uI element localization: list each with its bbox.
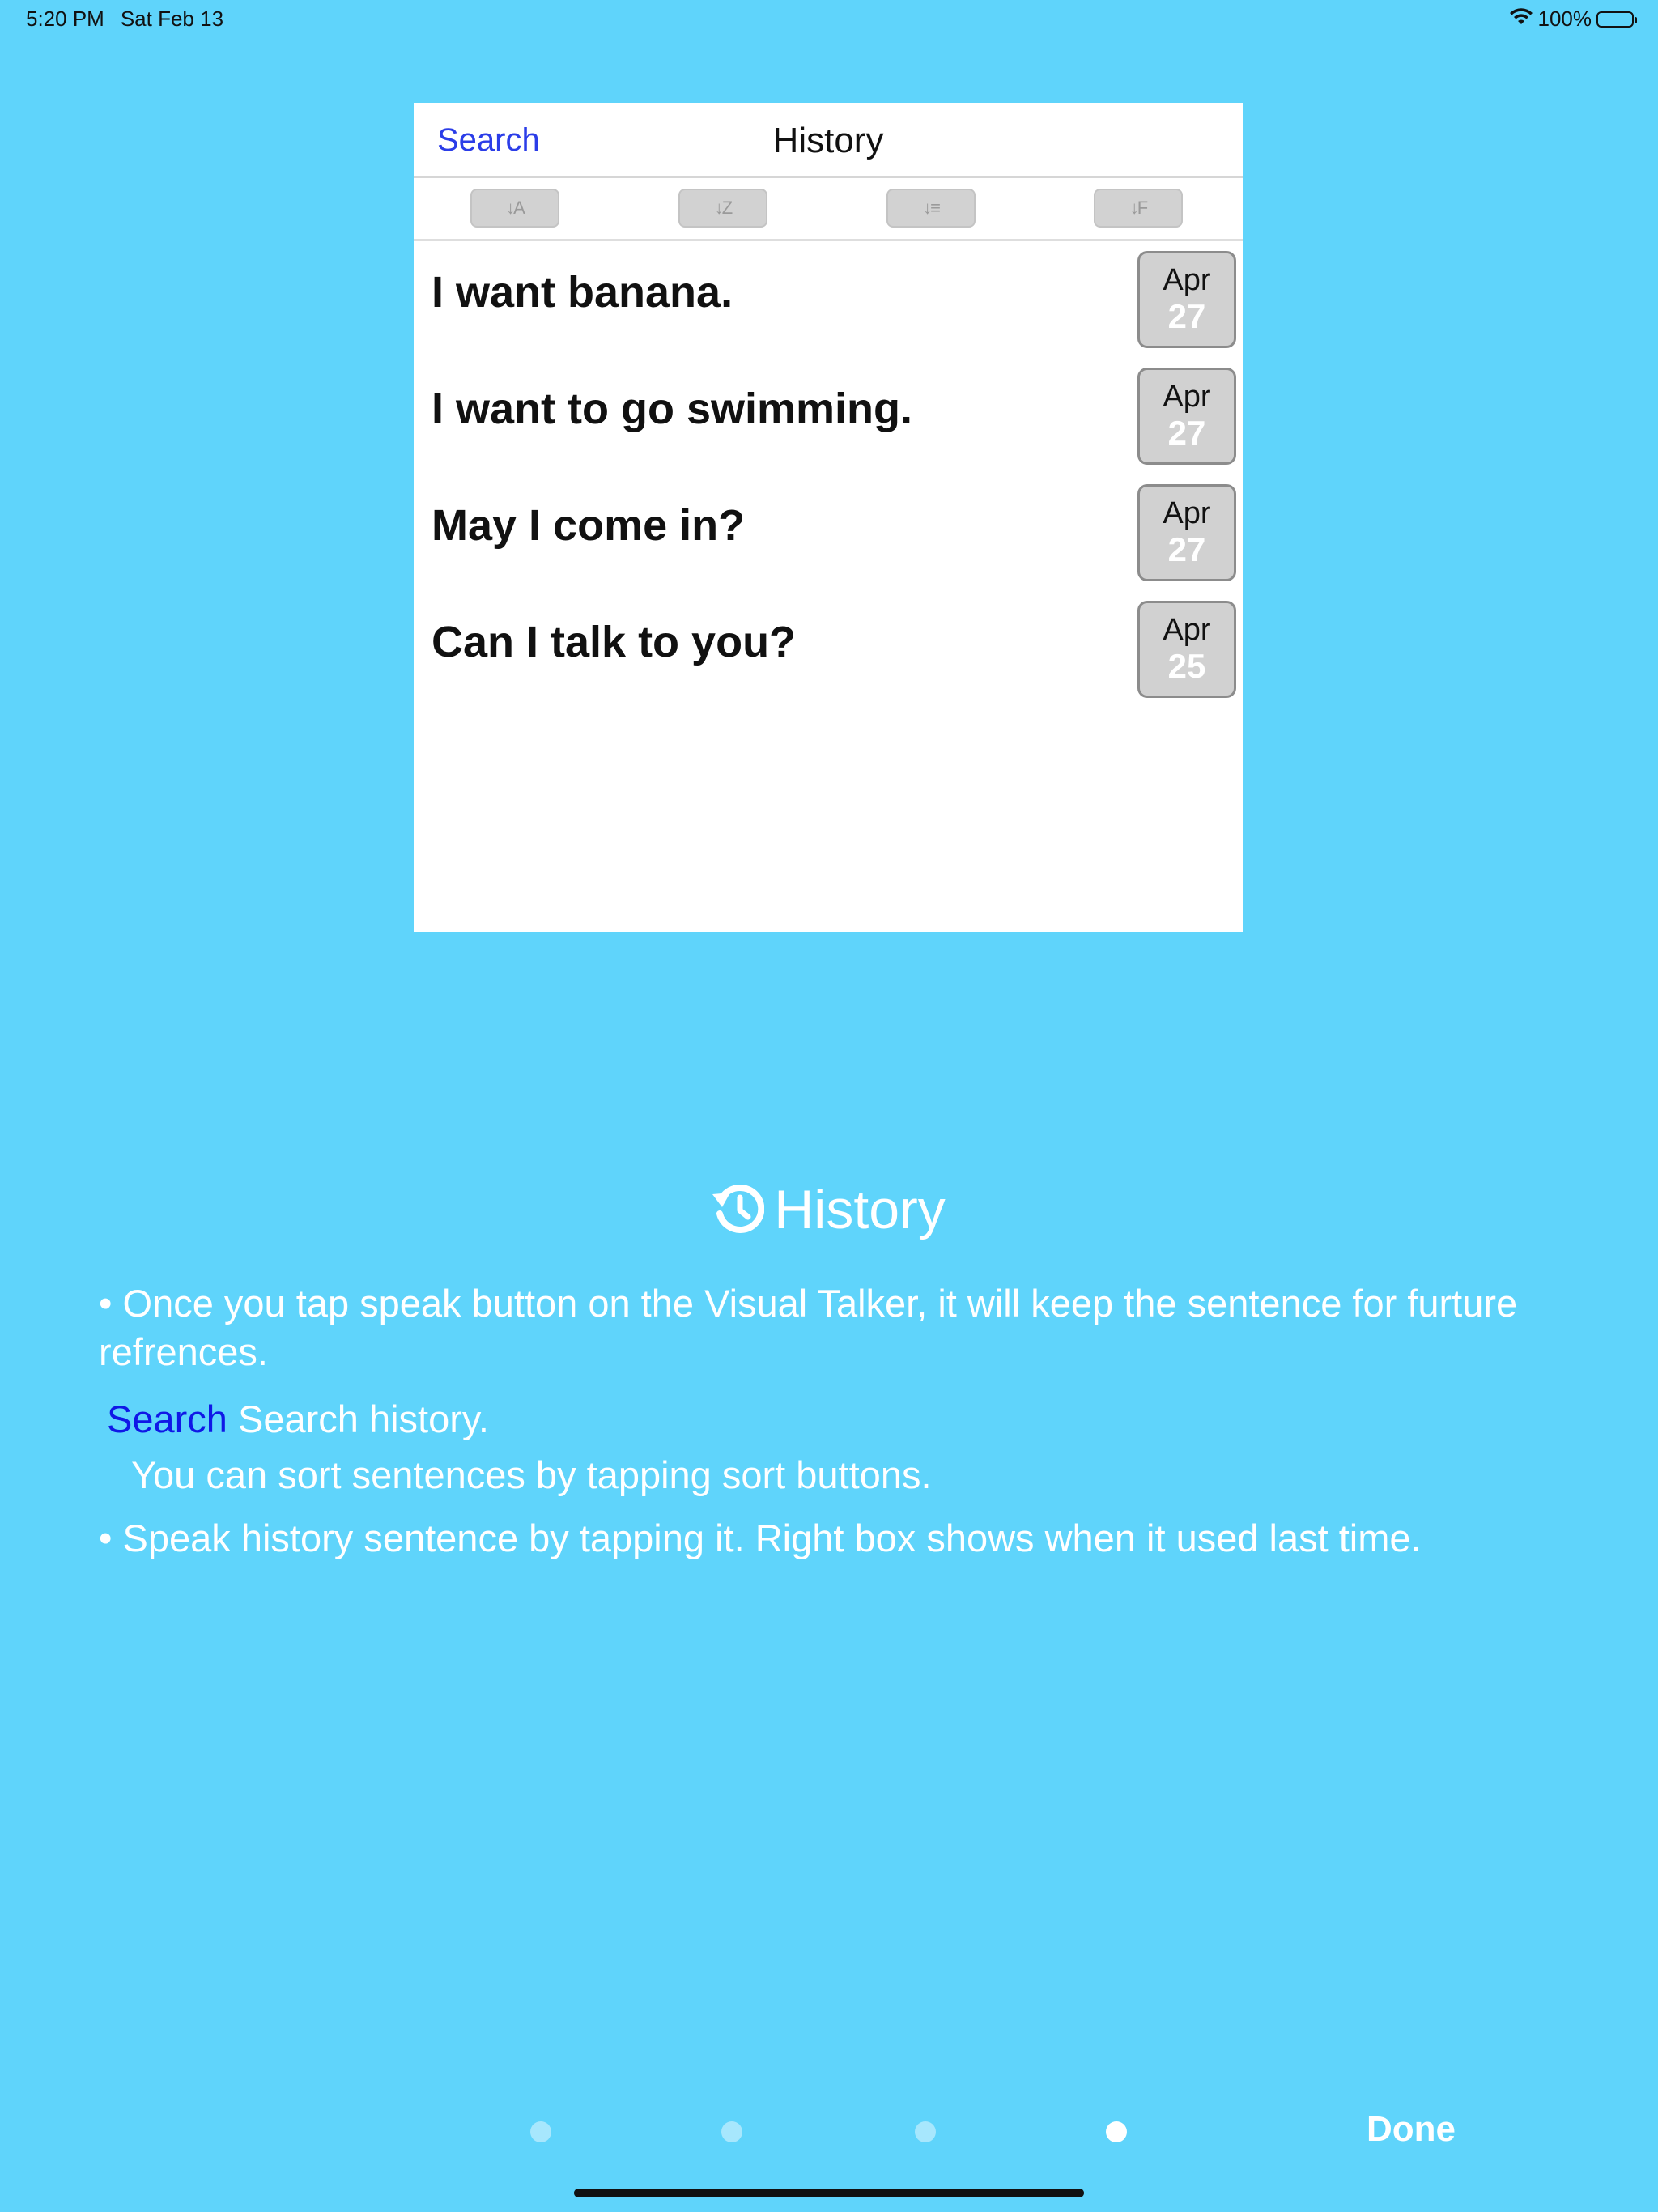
search-explanation: Search Search history.	[107, 1395, 489, 1444]
home-indicator[interactable]	[574, 2189, 1084, 2197]
section-heading-text: History	[774, 1179, 946, 1240]
preview-nav-bar: Search History	[414, 103, 1243, 178]
sort-alpha-descending-icon: ↓Z	[678, 189, 767, 228]
history-row: I want banana. Apr 27	[414, 241, 1243, 358]
status-time: 5:20 PM	[26, 6, 104, 31]
last-used-date-box: Apr 27	[1137, 251, 1236, 348]
battery-icon	[1596, 11, 1637, 28]
history-sentence: I want banana.	[432, 268, 733, 317]
battery-percent: 100%	[1537, 6, 1592, 31]
date-day: 25	[1167, 647, 1206, 685]
history-preview-image: Search History ↓A ↓Z ↓≡ ↓F I want banana…	[414, 103, 1243, 932]
page-dot-4-current[interactable]	[1106, 2121, 1127, 2142]
sort-explanation: You can sort sentences by tapping sort b…	[131, 1453, 932, 1496]
sort-count-ascending-icon: ↓≡	[886, 189, 976, 228]
done-button[interactable]: Done	[1367, 2109, 1456, 2150]
last-used-date-box: Apr 27	[1137, 484, 1236, 581]
preview-sort-bar: ↓A ↓Z ↓≡ ↓F	[414, 178, 1243, 241]
section-heading: History	[0, 1178, 1658, 1248]
history-sentence: Can I talk to you?	[432, 618, 797, 666]
search-explanation-text: Search history.	[227, 1397, 489, 1440]
page-dot-2[interactable]	[721, 2121, 742, 2142]
status-date: Sat Feb 13	[120, 6, 224, 31]
page-dot-1[interactable]	[530, 2121, 551, 2142]
sort-alpha-ascending-icon: ↓A	[470, 189, 559, 228]
bullet-keep-sentence: • Once you tap speak button on the Visua…	[99, 1282, 1518, 1373]
status-bar-right: 100%	[1509, 6, 1637, 32]
status-bar-time-date: 5:20 PM Sat Feb 13	[26, 6, 223, 32]
sort-date-descending-icon: ↓F	[1094, 189, 1183, 228]
date-day: 27	[1167, 297, 1206, 335]
last-used-date-box: Apr 27	[1137, 368, 1236, 465]
history-row: I want to go swimming. Apr 27	[414, 358, 1243, 474]
history-clock-icon	[712, 1183, 765, 1248]
history-sentence: I want to go swimming.	[432, 385, 912, 433]
date-month: Apr	[1163, 380, 1211, 414]
wifi-icon	[1509, 6, 1533, 32]
date-day: 27	[1167, 414, 1206, 452]
date-month: Apr	[1163, 496, 1211, 530]
date-month: Apr	[1163, 613, 1211, 647]
history-row: May I come in? Apr 27	[414, 474, 1243, 591]
history-row: Can I talk to you? Apr 25	[414, 591, 1243, 708]
last-used-date-box: Apr 25	[1137, 601, 1236, 698]
date-day: 27	[1167, 530, 1206, 568]
search-keyword: Search	[107, 1397, 227, 1440]
page-dot-3[interactable]	[915, 2121, 936, 2142]
date-month: Apr	[1163, 263, 1211, 297]
preview-title: History	[772, 121, 884, 160]
bullet-speak-history: • Speak history sentence by tapping it. …	[99, 1516, 1422, 1559]
history-sentence: May I come in?	[432, 501, 746, 550]
